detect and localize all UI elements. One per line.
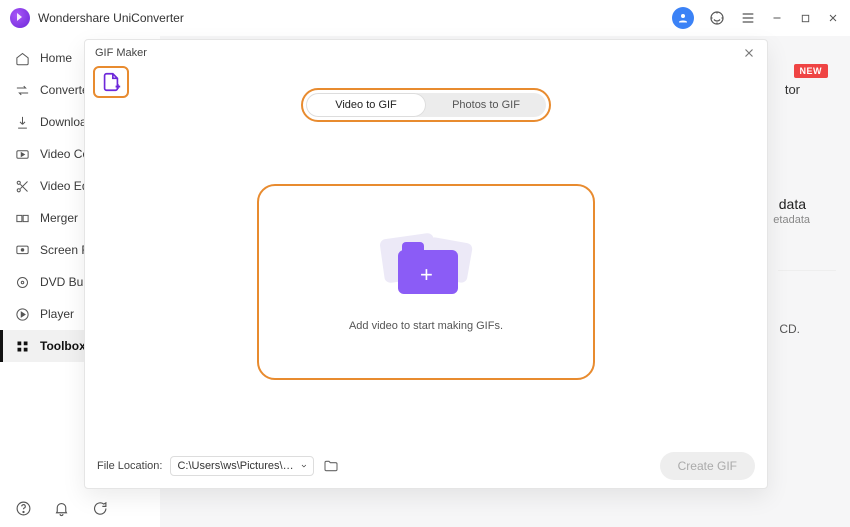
account-icon[interactable]	[672, 7, 694, 29]
create-gif-button[interactable]: Create GIF	[660, 452, 755, 480]
tab-highlight: Video to GIF Photos to GIF	[301, 88, 551, 122]
app-title: Wondershare UniConverter	[38, 11, 184, 25]
dropzone-text: Add video to start making GIFs.	[349, 320, 503, 332]
app-window: Wondershare UniConverter	[0, 0, 850, 527]
sidebar-item-label: Toolbox	[40, 339, 86, 353]
new-badge: NEW	[794, 64, 829, 78]
bell-icon[interactable]	[52, 499, 70, 517]
maximize-button[interactable]	[798, 11, 812, 25]
file-location-label: File Location:	[97, 460, 162, 472]
feedback-icon[interactable]	[90, 499, 108, 517]
peek-text: CD.	[779, 322, 800, 336]
support-icon[interactable]	[708, 9, 726, 27]
peek-text: tor	[785, 82, 800, 97]
scissors-icon	[14, 178, 30, 194]
download-icon	[14, 114, 30, 130]
folder-plus-icon: +	[376, 232, 476, 302]
play-icon	[14, 306, 30, 322]
disc-icon	[14, 274, 30, 290]
close-window-button[interactable]	[826, 11, 840, 25]
file-location-value: C:\Users\ws\Pictures\Wonders	[177, 460, 293, 472]
sidebar-item-label: Merger	[40, 211, 78, 225]
dialog-title: GIF Maker	[95, 47, 147, 59]
sidebar-item-label: Player	[40, 307, 74, 321]
title-bar: Wondershare UniConverter	[0, 0, 850, 36]
chevron-down-icon	[300, 461, 308, 471]
close-icon[interactable]	[741, 45, 757, 61]
add-file-button[interactable]	[93, 66, 129, 98]
help-icon[interactable]	[14, 499, 32, 517]
compressor-icon	[14, 146, 30, 162]
merger-icon	[14, 210, 30, 226]
home-icon	[14, 50, 30, 66]
minimize-button[interactable]	[770, 11, 784, 25]
converter-icon	[14, 82, 30, 98]
menu-icon[interactable]	[740, 10, 756, 26]
recorder-icon	[14, 242, 30, 258]
app-logo-icon	[10, 8, 30, 28]
dropzone[interactable]: + Add video to start making GIFs.	[257, 184, 595, 380]
peek-text: data	[779, 196, 806, 212]
tab-photos-to-gif[interactable]: Photos to GIF	[426, 93, 546, 117]
toolbox-icon	[14, 338, 30, 354]
file-location-select[interactable]: C:\Users\ws\Pictures\Wonders	[170, 456, 314, 476]
mode-tabs: Video to GIF Photos to GIF	[306, 93, 546, 117]
open-folder-button[interactable]	[322, 457, 340, 475]
gif-maker-dialog: GIF Maker Video to GIF Photos to GIF	[84, 39, 768, 489]
sidebar-item-label: Home	[40, 51, 72, 65]
peek-text: etadata	[773, 214, 810, 226]
tab-video-to-gif[interactable]: Video to GIF	[306, 93, 426, 117]
